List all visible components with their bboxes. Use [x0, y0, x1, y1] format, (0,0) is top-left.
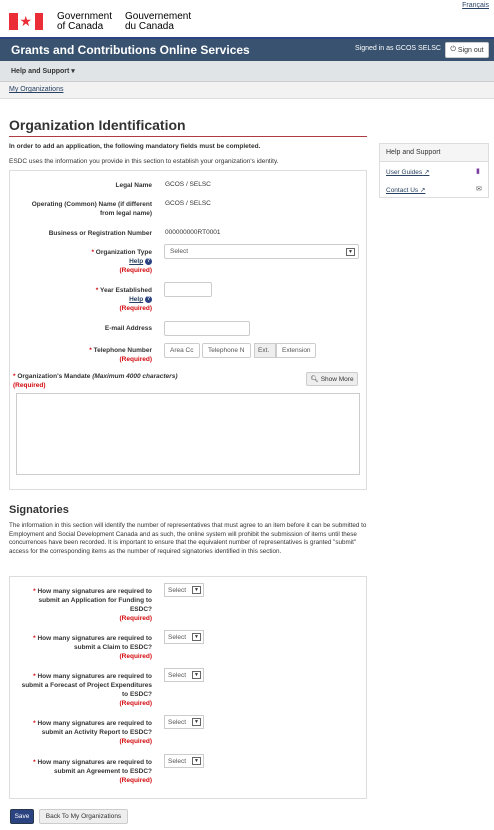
signatures-claim-label: * How many signatures are required to su…	[33, 635, 152, 660]
help-support-panel: Help and Support User Guides ↗ ▮ Contact…	[379, 143, 489, 198]
business-number-label: Business or Registration Number	[48, 230, 152, 237]
chevron-down-icon: ▼	[192, 671, 201, 679]
telephone-label: * Telephone Number (Required)	[89, 347, 152, 363]
signatures-agreement-select[interactable]: Select ▼	[164, 754, 204, 768]
language-toggle-link[interactable]: Français	[462, 2, 489, 9]
help-icon: ?	[145, 295, 152, 303]
signed-in-status: Signed in as GCOS SELSC	[355, 45, 441, 52]
legal-name-label: Legal Name	[115, 182, 153, 189]
contact-us-link[interactable]: Contact Us ↗	[386, 186, 425, 194]
show-more-button[interactable]: 🔍︎ Show More	[306, 372, 358, 386]
save-button[interactable]: Save	[10, 809, 34, 824]
help-support-menu[interactable]: Help and Support ▾	[11, 67, 75, 75]
menu-bar: Help and Support ▾	[0, 61, 494, 82]
app-title-bar: Grants and Contributions Online Services…	[0, 37, 494, 61]
org-type-help-link[interactable]: Help	[129, 258, 143, 265]
government-signature-fr: Gouvernement du Canada	[125, 11, 192, 32]
breadcrumb-my-organizations[interactable]: My Organizations	[9, 86, 63, 93]
extension-input[interactable]: Extension	[276, 343, 316, 358]
signatures-forecast-select[interactable]: Select ▼	[164, 668, 204, 682]
signatories-title: Signatories	[9, 504, 69, 516]
help-icon: ?	[145, 257, 152, 265]
area-code-input[interactable]: Area Cc	[164, 343, 200, 358]
external-link-icon: ↗	[419, 187, 426, 194]
operating-name-label: Operating (Common) Name (if different fro…	[31, 201, 152, 217]
zoom-icon: 🔍︎	[310, 376, 319, 383]
breadcrumb: My Organizations	[0, 82, 494, 99]
book-icon: ▮	[476, 168, 480, 175]
chevron-down-icon: ▾	[71, 68, 75, 75]
help-support-heading: Help and Support	[380, 144, 488, 162]
signatures-activity-report-select[interactable]: Select ▼	[164, 715, 204, 729]
external-link-icon: ↗	[423, 169, 430, 176]
signatures-activity-report-label: * How many signatures are required to su…	[33, 720, 152, 745]
chevron-down-icon: ▼	[192, 633, 201, 641]
legal-name-value: GCOS / SELSC	[165, 181, 211, 188]
envelope-icon: ✉	[476, 186, 482, 193]
esdc-note: ESDC uses the information you provide in…	[9, 158, 279, 165]
extension-label: Ext.	[254, 343, 276, 358]
power-icon: ⏻	[450, 46, 456, 53]
page-title: Organization Identification	[9, 117, 186, 133]
canada-flag-icon	[9, 13, 43, 30]
mandatory-note: In order to add an application, the foll…	[9, 143, 261, 150]
chevron-down-icon: ▼	[192, 757, 201, 765]
organization-type-select[interactable]: Select ▼	[164, 244, 359, 259]
signatures-application-select[interactable]: Select ▼	[164, 583, 204, 597]
title-divider	[9, 136, 367, 137]
sign-out-button[interactable]: ⏻ Sign out	[445, 42, 489, 58]
email-label: E-mail Address	[104, 325, 152, 332]
signatures-claim-select[interactable]: Select ▼	[164, 630, 204, 644]
chevron-down-icon: ▼	[192, 586, 201, 594]
organization-type-label: * Organization Type Help ? (Required)	[91, 249, 152, 274]
app-title: Grants and Contributions Online Services	[11, 43, 250, 57]
year-help-link[interactable]: Help	[129, 296, 143, 303]
signatures-agreement-label: * How many signatures are required to su…	[33, 759, 152, 784]
business-number-value: 000000000RT0001	[165, 229, 221, 236]
back-to-my-organizations-button[interactable]: Back To My Organizations	[39, 809, 128, 824]
telephone-number-input[interactable]: Telephone N	[202, 343, 251, 358]
chevron-down-icon: ▼	[346, 247, 355, 256]
chevron-down-icon: ▼	[192, 718, 201, 726]
signatures-forecast-label: * How many signatures are required to su…	[21, 673, 152, 707]
operating-name-value: GCOS / SELSC	[165, 200, 211, 207]
email-input[interactable]	[164, 321, 250, 336]
signatures-application-label: * How many signatures are required to su…	[33, 588, 152, 622]
year-established-input[interactable]	[164, 282, 212, 297]
mandate-label: * Organization's Mandate (Maximum 4000 c…	[13, 373, 178, 389]
year-established-label: * Year Established Help ? (Required)	[95, 287, 152, 312]
government-signature-en: Government of Canada	[57, 11, 113, 32]
mandate-textarea[interactable]	[16, 393, 360, 475]
signatories-description: The information in this section will ide…	[9, 522, 367, 555]
user-guides-link[interactable]: User Guides ↗	[386, 168, 429, 176]
